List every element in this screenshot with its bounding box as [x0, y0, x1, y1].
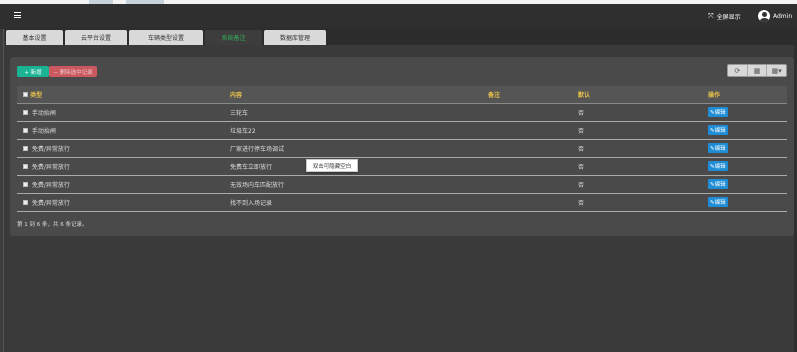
tab-cloud-platform[interactable]: 云平台设置 — [65, 30, 127, 45]
cell-content: 找不到入场记录 — [230, 193, 488, 212]
edit-label: 编辑 — [714, 182, 726, 188]
row-checkbox[interactable] — [23, 127, 28, 133]
columns-icon[interactable]: ▦ — [748, 65, 768, 76]
cell-type: 免费/异常放行 — [31, 199, 70, 207]
row-checkbox[interactable] — [23, 109, 28, 115]
edit-label: 编辑 — [714, 200, 726, 206]
table-row[interactable]: 免费/异常放行 找不到入场记录 否 ✎编辑 — [17, 193, 787, 212]
table-row[interactable]: 手动抬闸 三轮车 否 ✎编辑 — [17, 103, 787, 122]
fullscreen-button[interactable]: ⤧ 全屏显示 — [708, 12, 741, 22]
cell-remark — [488, 175, 578, 194]
edit-button[interactable]: ✎编辑 — [708, 143, 728, 153]
delete-selected-button[interactable]: − 删除选中记录 — [49, 66, 97, 77]
tab-label: 数据库管理 — [279, 35, 310, 42]
left-sidebar-strip — [0, 29, 4, 352]
avatar — [758, 10, 770, 22]
cell-type: 手动抬闸 — [31, 127, 56, 135]
cell-content: 垃圾车22 — [230, 121, 488, 140]
cell-remark — [488, 121, 578, 140]
user-name: Admin — [773, 12, 793, 20]
cell-default: 否 — [578, 121, 708, 140]
pagination-info: 第 1 到 6 条，共 6 条记录。 — [17, 222, 88, 228]
cell-remark — [488, 103, 578, 122]
add-button[interactable]: + 新增 — [17, 66, 49, 77]
edit-button[interactable]: ✎编辑 — [708, 125, 728, 135]
tab-label: 系统备注 — [221, 35, 246, 42]
row-checkbox[interactable] — [23, 145, 28, 151]
tab-system-remarks[interactable]: 系统备注 — [205, 30, 262, 45]
edit-label: 编辑 — [714, 110, 726, 116]
header-label: 操作 — [708, 91, 721, 99]
edit-label: 编辑 — [714, 128, 726, 134]
fullscreen-label: 全屏显示 — [716, 14, 741, 21]
table-row[interactable]: 免费/异常放行 免费车立即放行 否 ✎编辑 — [17, 157, 787, 176]
tab-vehicle-type[interactable]: 车辆类型设置 — [129, 30, 203, 45]
hamburger-menu-icon[interactable] — [14, 12, 21, 18]
cell-default: 否 — [578, 103, 708, 122]
table-header-row: 类型 内容 备注 默认 操作 — [17, 86, 787, 104]
header-label: 内容 — [230, 91, 243, 99]
edit-button[interactable]: ✎编辑 — [708, 197, 728, 207]
expand-icon: ⤧ — [708, 12, 714, 20]
table-row[interactable]: 免费/异常放行 厂家进行停车场调试 否 ✎编辑 — [17, 139, 787, 158]
header-label: 默认 — [578, 91, 591, 99]
row-checkbox[interactable] — [23, 199, 28, 205]
cell-default: 否 — [578, 139, 708, 158]
cell-content: 厂家进行停车场调试 — [230, 139, 488, 158]
edit-button[interactable]: ✎编辑 — [708, 161, 728, 171]
table-tools: ⟳ ▦ ▦▾ — [727, 64, 787, 77]
tab-database-management[interactable]: 数据库管理 — [264, 30, 326, 45]
cell-remark — [488, 139, 578, 158]
cell-content: 免费车立即放行 — [230, 157, 488, 176]
header-type: 类型 — [17, 86, 230, 104]
grid-dropdown-icon[interactable]: ▦▾ — [767, 65, 786, 76]
header-label: 备注 — [488, 91, 501, 99]
edit-label: 编辑 — [714, 146, 726, 152]
header-content: 内容 — [230, 86, 488, 104]
cell-default: 否 — [578, 193, 708, 212]
row-checkbox[interactable] — [23, 181, 28, 187]
header-default: 默认 — [578, 86, 708, 104]
edit-button[interactable]: ✎编辑 — [708, 107, 728, 117]
table-row[interactable]: 手动抬闸 垃圾车22 否 ✎编辑 — [17, 121, 787, 140]
edit-label: 编辑 — [714, 164, 726, 170]
cell-type: 免费/异常放行 — [31, 163, 70, 171]
cell-content: 无效场内车匹配放行 — [230, 175, 488, 194]
cell-content: 三轮车 — [230, 103, 488, 122]
tab-bar: 基本设置 云平台设置 车辆类型设置 系统备注 数据库管理 — [5, 29, 797, 45]
cell-type: 免费/异常放行 — [31, 181, 70, 189]
cell-type: 手动抬闸 — [31, 109, 56, 117]
tab-basic-settings[interactable]: 基本设置 — [6, 30, 63, 45]
row-checkbox[interactable] — [23, 163, 28, 169]
user-menu[interactable]: Admin — [758, 10, 792, 22]
select-all-checkbox[interactable] — [23, 91, 28, 97]
tab-label: 基本设置 — [22, 35, 47, 42]
tooltip: 双击可隐藏空白 — [306, 159, 358, 172]
table-row[interactable]: 免费/异常放行 无效场内车匹配放行 否 ✎编辑 — [17, 175, 787, 194]
remarks-table: 类型 内容 备注 默认 操作 手动抬闸 三轮车 否 ✎编辑 手动抬闸 垃圾车22… — [17, 86, 787, 212]
cell-default: 否 — [578, 175, 708, 194]
cell-type: 免费/异常放行 — [31, 145, 70, 153]
header-remark: 备注 — [488, 86, 578, 104]
remarks-panel: + 新增 − 删除选中记录 ⟳ ▦ ▦▾ 类型 内容 备注 默认 操作 手动抬闸… — [10, 57, 794, 236]
header-label: 类型 — [30, 91, 43, 99]
cell-remark — [488, 157, 578, 176]
top-header: ⤧ 全屏显示 Admin — [0, 4, 797, 29]
tab-label: 车辆类型设置 — [147, 35, 184, 42]
cell-default: 否 — [578, 157, 708, 176]
tab-label: 云平台设置 — [80, 35, 111, 42]
edit-button[interactable]: ✎编辑 — [708, 179, 728, 189]
header-actions: 操作 — [708, 86, 787, 104]
refresh-icon[interactable]: ⟳ — [728, 65, 748, 76]
cell-remark — [488, 193, 578, 212]
